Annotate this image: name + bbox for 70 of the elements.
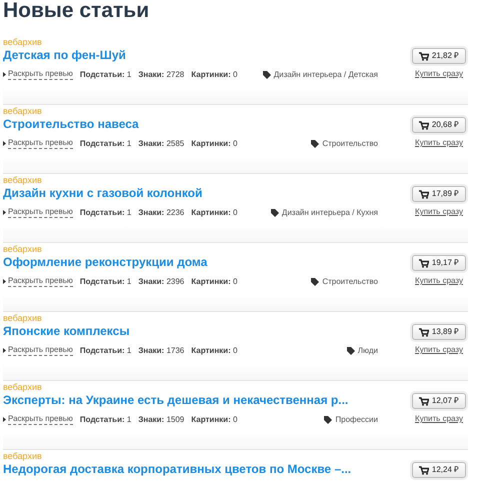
caret-icon xyxy=(3,417,6,422)
buy-now-link[interactable]: Купить сразу xyxy=(415,138,463,148)
article-title[interactable]: Строительство навеса xyxy=(3,117,139,132)
caret-icon xyxy=(3,141,6,146)
page-heading: Новые статьи xyxy=(3,0,150,22)
price-button[interactable]: 20,68 ₽ xyxy=(412,117,466,133)
tag-icon xyxy=(262,70,271,78)
preview-link[interactable]: Раскрыть превью xyxy=(8,69,73,80)
buy-now-link[interactable]: Купить сразу xyxy=(415,345,463,355)
article-title[interactable]: Детская по фен-Шуй xyxy=(3,48,126,63)
price-button[interactable]: 12,07 ₽ xyxy=(412,393,466,409)
tag-icon xyxy=(324,416,332,424)
price-button[interactable]: 21,82 ₽ xyxy=(412,48,466,64)
cart-icon xyxy=(418,328,429,336)
buy-now-link[interactable]: Купить сразу xyxy=(415,69,463,79)
price-button[interactable]: 13,89 ₽ xyxy=(412,324,466,340)
cart-icon xyxy=(418,466,429,474)
article-title[interactable]: Дизайн кухни с газовой колонкой xyxy=(3,186,202,201)
cart-icon xyxy=(418,52,429,60)
stat-text: Знаки: 1509 xyxy=(138,414,184,424)
stat-text: Знаки: 2396 xyxy=(138,276,184,286)
stat-text: Подстатьи: 1 xyxy=(80,346,132,356)
caret-icon xyxy=(3,279,6,284)
stat-text: Знаки: 1736 xyxy=(138,346,184,356)
category-link[interactable]: Дизайн интерьера / Кухня xyxy=(282,208,378,218)
stat-text: Подстатьи: 1 xyxy=(80,70,132,80)
stat-text: Картинки: 0 xyxy=(191,138,238,148)
category-link[interactable]: Люди xyxy=(358,346,378,356)
tag-icon xyxy=(346,346,355,354)
tag-icon xyxy=(270,208,279,216)
stat-text: Картинки: 0 xyxy=(191,208,238,218)
price-button[interactable]: 19,17 ₽ xyxy=(412,255,466,271)
article-title[interactable]: Эксперты: на Украине есть дешевая и некачественная р... xyxy=(3,393,348,408)
preview-link[interactable]: Раскрыть превью xyxy=(8,138,73,149)
article-title[interactable]: Оформление реконструкции дома xyxy=(3,255,208,270)
cart-icon xyxy=(418,120,429,130)
stat-text: Знаки: 2585 xyxy=(138,138,184,148)
stat-text: Картинки: 0 xyxy=(191,414,238,424)
preview-link[interactable]: Раскрыть превью xyxy=(8,345,73,356)
stat-text: Подстатьи: 1 xyxy=(80,414,132,424)
stat-text: Картинки: 0 xyxy=(191,70,238,80)
stat-text: Подстатьи: 1 xyxy=(80,208,132,218)
stat-text: Подстатьи: 1 xyxy=(80,276,132,286)
caret-icon xyxy=(3,210,6,215)
stat-text: Картинки: 0 xyxy=(191,276,238,286)
category-link[interactable]: Строительство xyxy=(322,276,378,286)
price-button[interactable]: 12,24 ₽ xyxy=(412,462,466,478)
stat-text: Знаки: 2236 xyxy=(138,208,184,218)
buy-now-link[interactable]: Купить сразу xyxy=(415,276,463,286)
category-link[interactable]: Дизайн интерьера / Детская xyxy=(274,70,378,80)
stat-text: Знаки: 2728 xyxy=(138,70,184,80)
preview-link[interactable]: Раскрыть превью xyxy=(8,276,73,287)
stat-text: Подстатьи: 1 xyxy=(80,138,132,148)
preview-link[interactable]: Раскрыть превью xyxy=(8,207,73,218)
buy-now-link[interactable]: Купить сразу xyxy=(415,414,463,424)
buy-now-link[interactable]: Купить сразу xyxy=(415,207,463,217)
article-title[interactable]: Недорогая доставка корпоративных цветов по Москве –... xyxy=(3,462,352,477)
price-button[interactable]: 17,89 ₽ xyxy=(412,186,466,202)
caret-icon xyxy=(3,72,6,77)
tag-icon xyxy=(311,140,320,148)
preview-link[interactable]: Раскрыть превью xyxy=(8,414,73,425)
cart-icon xyxy=(418,258,429,268)
caret-icon xyxy=(3,348,6,353)
cart-icon xyxy=(418,396,429,406)
tag-icon xyxy=(311,278,320,286)
category-link[interactable]: Профессии xyxy=(335,414,378,424)
category-link[interactable]: Строительство xyxy=(322,138,378,148)
stat-text: Картинки: 0 xyxy=(191,346,238,356)
article-title[interactable]: Японские комплексы xyxy=(3,324,130,339)
cart-icon xyxy=(418,190,429,198)
